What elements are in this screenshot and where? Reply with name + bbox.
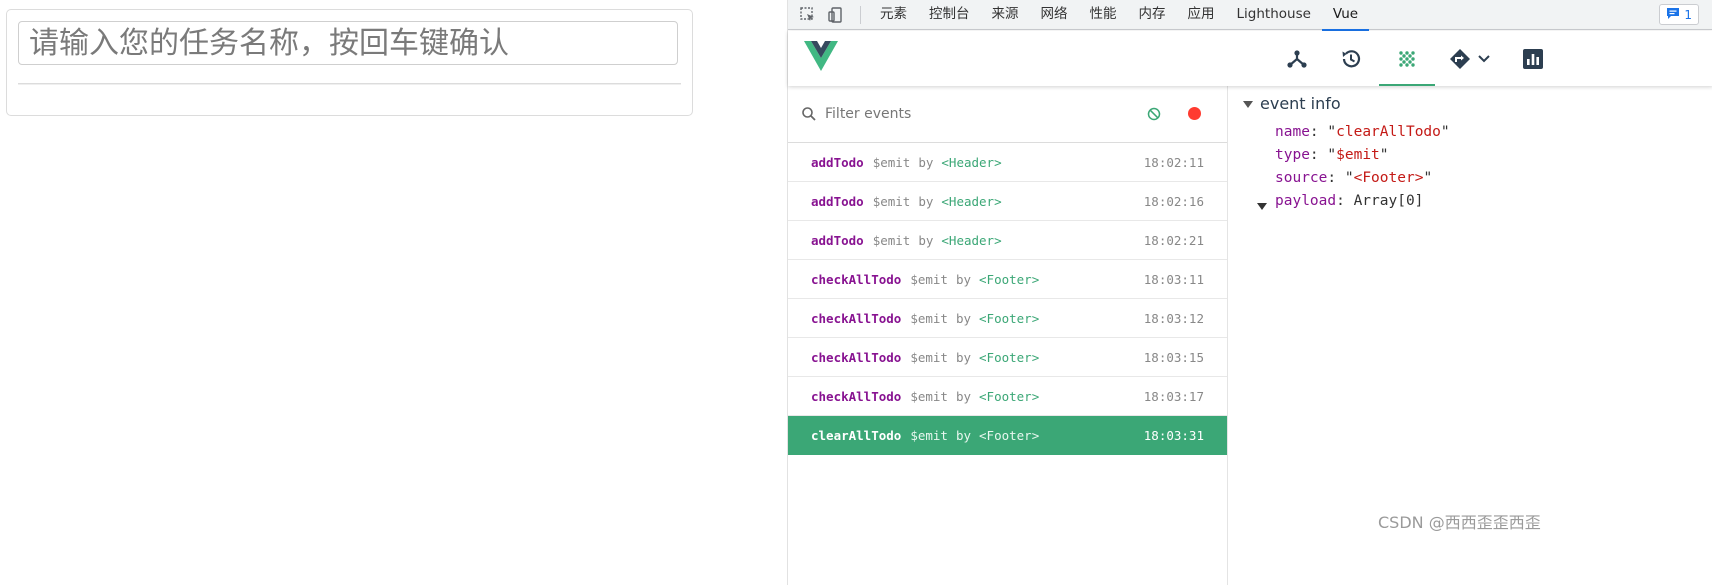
- payload-expand-icon[interactable]: [1257, 196, 1267, 215]
- search-icon: [801, 106, 817, 126]
- events-pane: addTodo $emit by <Header> 18:02:11 addTo…: [788, 86, 1228, 585]
- event-type: $emit: [910, 310, 948, 326]
- event-name: addTodo: [811, 232, 864, 248]
- prop-source: source: "<Footer>": [1275, 170, 1433, 186]
- devtools-tabbar: 元素 控制台 来源 网络 性能 内存 应用 Lighthouse Vue 1: [788, 0, 1712, 31]
- timeline-icon[interactable]: [1334, 31, 1368, 86]
- prop-name: name: "clearAllTodo": [1275, 124, 1450, 140]
- event-component: <Footer>: [979, 349, 1040, 365]
- prop-key: name: [1275, 124, 1310, 140]
- message-icon: [1666, 7, 1680, 23]
- event-type: $emit: [872, 193, 911, 209]
- tab-application[interactable]: 应用: [1177, 0, 1226, 30]
- events-icon[interactable]: [1379, 31, 1435, 86]
- prop-value: <Footer>: [1353, 170, 1424, 186]
- event-name: addTodo: [811, 154, 864, 170]
- record-button[interactable]: [1188, 107, 1201, 120]
- event-component: <Footer>: [979, 271, 1040, 287]
- device-toolbar-icon[interactable]: [824, 3, 848, 27]
- event-name: clearAllTodo: [811, 427, 902, 443]
- event-time: 18:02:11: [1143, 154, 1204, 170]
- watermark: CSDN @西西歪歪西歪: [1378, 513, 1541, 532]
- event-row-selected[interactable]: clearAllTodo $emit by <Footer> 18:03:31: [788, 416, 1227, 455]
- vue-devtools-header: [788, 31, 1712, 86]
- event-list: addTodo $emit by <Header> 18:02:11 addTo…: [788, 143, 1227, 455]
- collapse-arrow-icon: [1243, 94, 1253, 113]
- prop-key: payload: [1275, 193, 1337, 209]
- event-row[interactable]: checkAllTodo $emit by <Footer> 18:03:12: [788, 299, 1227, 338]
- routing-icon[interactable]: [1444, 31, 1498, 86]
- prop-value: clearAllTodo: [1336, 124, 1441, 140]
- filter-bar: [788, 86, 1227, 143]
- event-info-toggle[interactable]: event info: [1243, 94, 1341, 113]
- event-type: $emit: [910, 271, 948, 287]
- tabbar-separator: [860, 5, 861, 24]
- tab-sources[interactable]: 来源: [981, 0, 1030, 30]
- event-name: checkAllTodo: [811, 349, 902, 365]
- event-time: 18:03:15: [1143, 349, 1204, 365]
- event-row[interactable]: addTodo $emit by <Header> 18:02:11: [788, 143, 1227, 182]
- event-row[interactable]: addTodo $emit by <Header> 18:02:16: [788, 182, 1227, 221]
- event-time: 18:03:12: [1143, 310, 1204, 326]
- tab-network[interactable]: 网络: [1030, 0, 1079, 30]
- event-type: $emit: [872, 154, 911, 170]
- event-name: checkAllTodo: [811, 271, 902, 287]
- event-component: <Header>: [941, 193, 1002, 209]
- event-info-title: event info: [1260, 94, 1341, 113]
- event-component: <Footer>: [979, 427, 1040, 443]
- todo-card: [6, 9, 693, 116]
- event-row[interactable]: checkAllTodo $emit by <Footer> 18:03:15: [788, 338, 1227, 377]
- event-by-label: by: [955, 271, 972, 287]
- event-by-label: by: [955, 388, 972, 404]
- todo-divider: [18, 83, 681, 84]
- event-by-label: by: [955, 427, 972, 443]
- event-type: $emit: [910, 388, 948, 404]
- prop-type: type: "$emit": [1275, 147, 1389, 163]
- tab-lighthouse[interactable]: Lighthouse: [1226, 0, 1322, 30]
- event-time: 18:02:21: [1143, 232, 1204, 248]
- issues-badge[interactable]: 1: [1659, 4, 1699, 25]
- event-component: <Header>: [941, 154, 1002, 170]
- prop-value: $emit: [1336, 147, 1380, 163]
- filter-events-input[interactable]: [825, 103, 1125, 125]
- event-by-label: by: [918, 232, 934, 248]
- devtools-panel: 元素 控制台 来源 网络 性能 内存 应用 Lighthouse Vue 1 F…: [787, 0, 1712, 585]
- prop-key: source: [1275, 170, 1328, 186]
- event-type: $emit: [910, 349, 948, 365]
- event-row[interactable]: checkAllTodo $emit by <Footer> 18:03:17: [788, 377, 1227, 416]
- event-component: <Header>: [941, 232, 1002, 248]
- event-time: 18:03:11: [1143, 271, 1204, 287]
- tab-console[interactable]: 控制台: [918, 0, 981, 30]
- components-icon[interactable]: [1280, 31, 1314, 86]
- event-by-label: by: [918, 193, 934, 209]
- event-name: addTodo: [811, 193, 864, 209]
- event-type: $emit: [910, 427, 948, 443]
- event-by-label: by: [955, 310, 972, 326]
- event-row[interactable]: addTodo $emit by <Header> 18:02:21: [788, 221, 1227, 260]
- event-time: 18:03:17: [1143, 388, 1204, 404]
- event-row[interactable]: checkAllTodo $emit by <Footer> 18:03:11: [788, 260, 1227, 299]
- event-by-label: by: [955, 349, 972, 365]
- prop-payload[interactable]: payload: Array[0]: [1275, 193, 1423, 209]
- tab-performance[interactable]: 性能: [1079, 0, 1128, 30]
- event-type: $emit: [872, 232, 911, 248]
- event-component: <Footer>: [979, 388, 1040, 404]
- task-name-input[interactable]: [18, 21, 678, 65]
- event-name: checkAllTodo: [811, 388, 902, 404]
- event-time: 18:02:16: [1143, 193, 1204, 209]
- tab-elements[interactable]: 元素: [869, 0, 918, 30]
- event-by-label: by: [918, 154, 934, 170]
- issues-count: 1: [1684, 7, 1692, 22]
- inspect-element-icon[interactable]: [796, 3, 820, 27]
- vue-logo-icon: [804, 41, 838, 75]
- event-component: <Footer>: [979, 310, 1040, 326]
- event-time: 18:03:31: [1143, 427, 1204, 443]
- performance-icon[interactable]: [1516, 31, 1550, 86]
- clear-events-icon[interactable]: [1146, 106, 1162, 126]
- event-name: checkAllTodo: [811, 310, 902, 326]
- prop-value: Array[0]: [1353, 193, 1424, 209]
- prop-key: type: [1275, 147, 1310, 163]
- tab-memory[interactable]: 内存: [1128, 0, 1177, 30]
- tab-vue[interactable]: Vue: [1321, 0, 1370, 31]
